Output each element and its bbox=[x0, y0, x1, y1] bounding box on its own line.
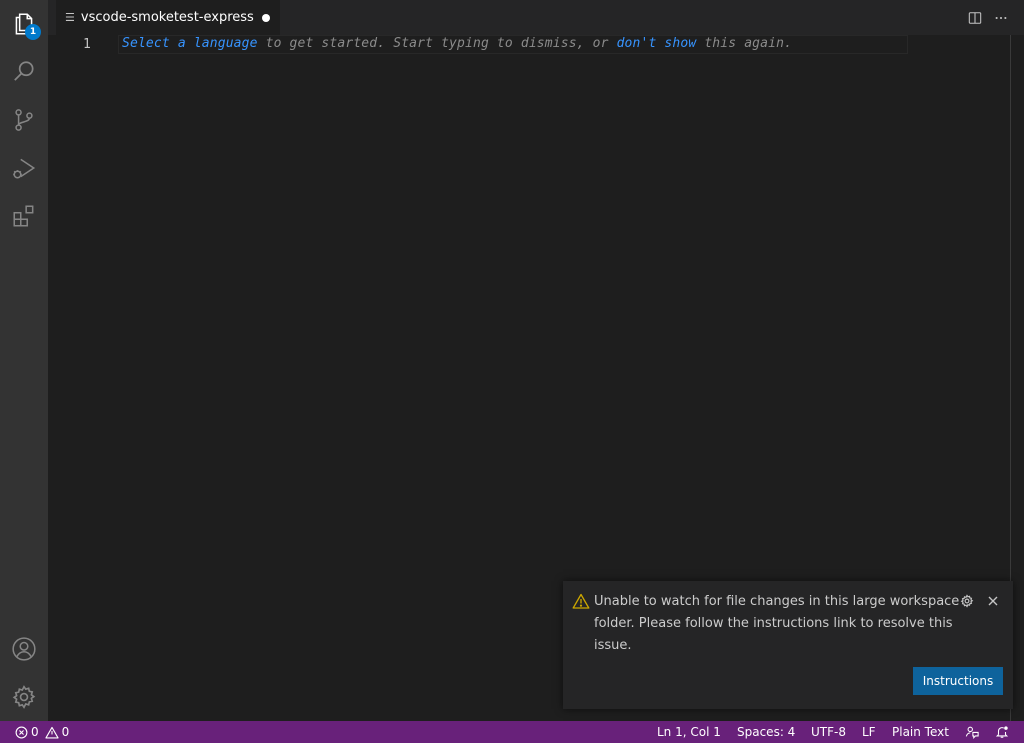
gear-icon bbox=[12, 685, 36, 709]
cursor-position-status[interactable]: Ln 1, Col 1 bbox=[657, 721, 721, 743]
account-icon bbox=[12, 637, 36, 661]
more-actions-button[interactable] bbox=[991, 8, 1011, 28]
activity-run-debug[interactable] bbox=[0, 144, 48, 192]
warning-icon bbox=[45, 726, 59, 738]
file-lines-icon: ☰ bbox=[65, 11, 75, 24]
feedback-icon bbox=[965, 726, 979, 739]
select-language-link[interactable]: Select a language bbox=[122, 36, 258, 51]
search-icon bbox=[14, 61, 34, 81]
activity-source-control[interactable] bbox=[0, 96, 48, 144]
bell-dot-icon bbox=[995, 726, 1009, 738]
close-icon bbox=[988, 596, 998, 606]
notification-message: Unable to watch for file changes in this… bbox=[594, 594, 960, 653]
split-editor-icon bbox=[968, 12, 982, 24]
gear-icon bbox=[960, 594, 974, 608]
error-count: 0 bbox=[31, 725, 39, 739]
indentation-status[interactable]: Spaces: 4 bbox=[737, 721, 795, 743]
tab-label: vscode-smoketest-express bbox=[80, 10, 254, 25]
editor-tab-bar: ☰ vscode-smoketest-express bbox=[48, 0, 1024, 35]
untitled-hint: Select a language to get started. Start … bbox=[122, 36, 792, 51]
activity-search[interactable] bbox=[0, 48, 48, 96]
language-mode-status[interactable]: Plain Text bbox=[892, 721, 949, 743]
hint-text-1: to get started. Start typing to dismiss,… bbox=[257, 36, 617, 51]
line-number: 1 bbox=[83, 37, 91, 52]
activity-bar: 1 bbox=[0, 0, 48, 721]
notification-toast: Unable to watch for file changes in this… bbox=[563, 581, 1013, 709]
activity-explorer[interactable]: 1 bbox=[0, 0, 48, 48]
notification-settings-button[interactable] bbox=[959, 593, 975, 609]
notifications-button[interactable] bbox=[995, 721, 1012, 743]
error-icon bbox=[15, 726, 28, 738]
encoding-status[interactable]: UTF-8 bbox=[811, 721, 846, 743]
tab-vscode-smoketest-express[interactable]: ☰ vscode-smoketest-express bbox=[56, 0, 280, 35]
status-bar: 0 0 Ln 1, Col 1 Spaces: 4 UTF-8 LF Plain… bbox=[0, 721, 1024, 743]
source-control-icon bbox=[15, 109, 33, 131]
activity-manage[interactable] bbox=[0, 673, 48, 721]
split-editor-button[interactable] bbox=[965, 8, 985, 28]
instructions-button[interactable]: Instructions bbox=[913, 667, 1003, 695]
dont-show-link[interactable]: don't show bbox=[617, 36, 697, 51]
notification-close-button[interactable] bbox=[985, 593, 1001, 609]
problems-status[interactable]: 0 0 bbox=[15, 721, 69, 743]
eol-status[interactable]: LF bbox=[862, 721, 876, 743]
explorer-badge: 1 bbox=[25, 24, 41, 40]
feedback-button[interactable] bbox=[965, 721, 982, 743]
extensions-icon bbox=[13, 205, 34, 227]
run-debug-icon bbox=[13, 158, 36, 179]
activity-accounts[interactable] bbox=[0, 625, 48, 673]
ellipsis-icon bbox=[995, 16, 1007, 20]
activity-extensions[interactable] bbox=[0, 192, 48, 240]
unsaved-dot-icon[interactable] bbox=[262, 14, 270, 22]
warning-icon bbox=[572, 593, 590, 609]
hint-text-2: this again. bbox=[696, 36, 793, 51]
warning-count: 0 bbox=[61, 725, 70, 739]
